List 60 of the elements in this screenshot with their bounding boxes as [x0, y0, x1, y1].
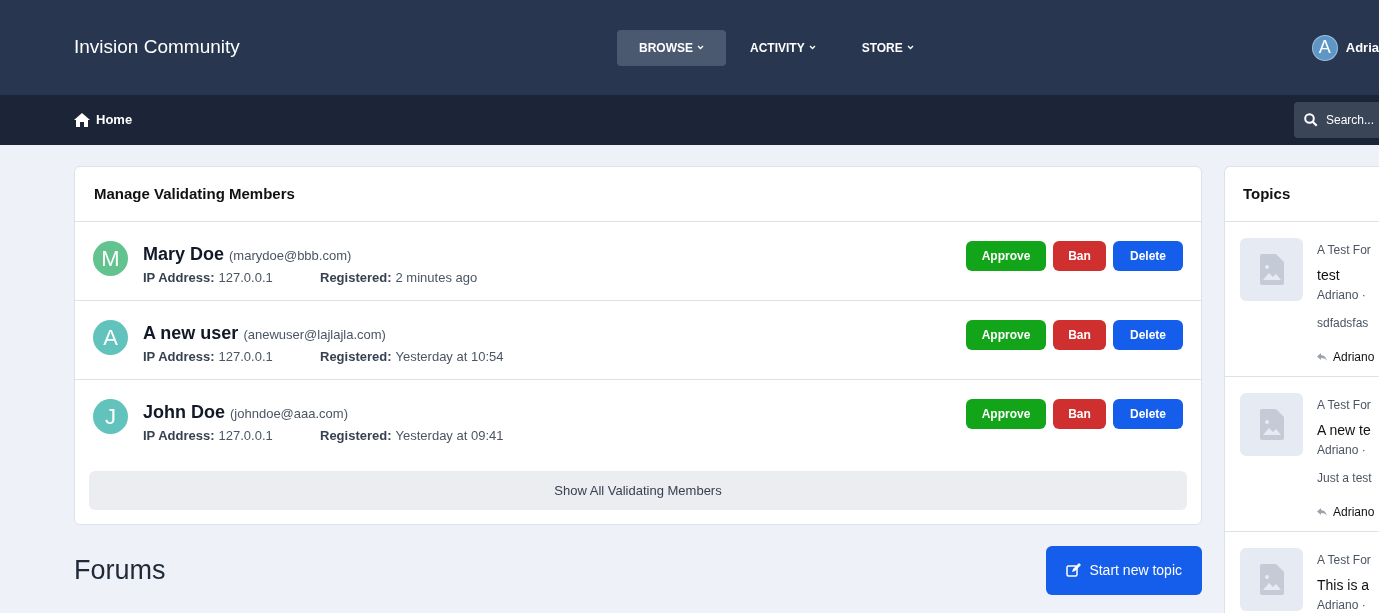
reply-author[interactable]: Adriano — [1333, 503, 1375, 521]
member-name[interactable]: Mary Doe — [143, 241, 225, 268]
member-name[interactable]: John Doe — [143, 399, 225, 426]
chevron-down-icon — [697, 45, 704, 50]
image-file-icon — [1259, 254, 1284, 285]
registered-label: Registered: — [320, 348, 392, 366]
forums-heading: Forums — [74, 554, 166, 588]
reply-icon — [1317, 508, 1327, 516]
topic-meta: Adriano · — [1317, 597, 1367, 613]
member-email: (johndoe@aaa.com) — [230, 405, 348, 423]
panel-title: Topics — [1243, 183, 1291, 204]
nav-tab[interactable]: ACTIVITY — [728, 29, 838, 66]
ban-button[interactable]: Ban — [1053, 320, 1106, 350]
ip-value: 127.0.0.1 — [218, 269, 273, 287]
image-file-icon — [1259, 564, 1284, 595]
registered-value: Yesterday at 09:41 — [395, 427, 504, 445]
member-name[interactable]: A new user — [143, 320, 239, 347]
start-new-topic-button[interactable]: Start new topic — [1046, 546, 1202, 595]
search-icon — [1304, 113, 1318, 127]
delete-button[interactable]: Delete — [1113, 320, 1183, 350]
nav-tab[interactable]: BROWSE — [617, 29, 726, 66]
ip-value: 127.0.0.1 — [218, 348, 273, 366]
edit-icon — [1066, 563, 1082, 578]
site-title[interactable]: Invision Community — [74, 33, 617, 62]
topic-title[interactable]: A new te — [1317, 420, 1375, 441]
show-all-button[interactable]: Show All Validating Members — [89, 471, 1187, 510]
registered-label: Registered: — [320, 269, 392, 287]
ip-label: IP Address: — [143, 348, 215, 366]
user-name[interactable]: Adria — [1345, 37, 1379, 58]
chevron-down-icon — [906, 45, 914, 50]
member-email: (marydoe@bbb.com) — [229, 247, 352, 265]
nav-tab[interactable]: STORE — [839, 29, 936, 66]
reply-author[interactable]: Adriano — [1333, 348, 1375, 366]
registered-label: Registered: — [320, 427, 392, 445]
topic-meta: Adriano · — [1317, 442, 1367, 459]
chevron-down-icon — [808, 45, 816, 50]
topic-snippet: sdfadsfas — [1317, 315, 1370, 332]
reply-icon — [1317, 353, 1327, 361]
card-title: Manage Validating Members — [94, 183, 295, 204]
member-email: (anewuser@lajlajla.com) — [243, 326, 386, 344]
ip-value: 127.0.0.1 — [218, 427, 273, 445]
topic-forum[interactable]: A Test For — [1317, 396, 1375, 414]
ban-button[interactable]: Ban — [1053, 241, 1106, 271]
delete-button[interactable]: Delete — [1113, 399, 1183, 429]
registered-value: Yesterday at 10:54 — [395, 348, 504, 366]
topic-forum[interactable]: A Test For — [1317, 241, 1375, 259]
ip-label: IP Address: — [143, 427, 215, 445]
breadcrumb-link[interactable]: Home — [96, 110, 133, 130]
search-field[interactable]: Search... — [1294, 102, 1379, 138]
ban-button[interactable]: Ban — [1053, 399, 1106, 429]
topic-title[interactable]: This is a — [1317, 575, 1371, 596]
image-file-icon — [1259, 409, 1284, 440]
topic-snippet: Just a test — [1317, 470, 1373, 487]
topic-forum[interactable]: A Test For — [1317, 551, 1371, 569]
registered-value: 2 minutes ago — [395, 269, 478, 287]
home-icon — [74, 113, 90, 127]
topic-meta: Adriano · — [1317, 287, 1367, 304]
delete-button[interactable]: Delete — [1113, 241, 1183, 271]
topic-title[interactable]: test — [1317, 265, 1375, 286]
ip-label: IP Address: — [143, 269, 215, 287]
